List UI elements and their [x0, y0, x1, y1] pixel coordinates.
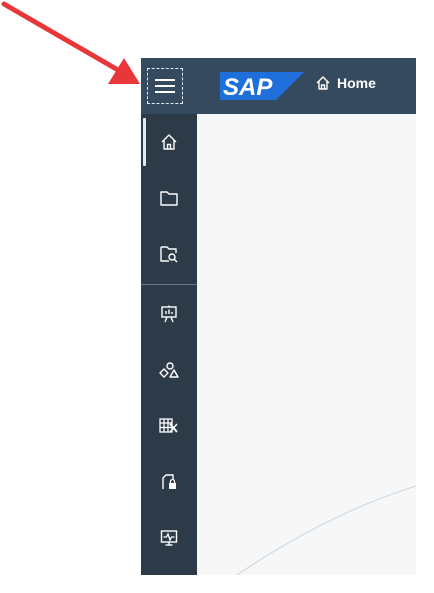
- table-edit-icon: [159, 418, 178, 433]
- home-icon: [161, 134, 177, 150]
- nav-item-folder[interactable]: [141, 170, 197, 226]
- sap-logo[interactable]: SAP: [220, 72, 304, 105]
- sap-launchpad: SAP Home: [141, 58, 416, 575]
- nav-item-home[interactable]: [141, 114, 197, 170]
- breadcrumb-label: Home: [337, 75, 376, 91]
- presentation-icon: [161, 305, 177, 323]
- shapes-icon: [159, 362, 179, 378]
- home-content-area: [197, 114, 416, 575]
- side-navigation: [141, 114, 197, 575]
- nav-item-folder-search[interactable]: [141, 226, 197, 282]
- menu-button[interactable]: [147, 68, 183, 104]
- logo-text: SAP: [223, 74, 273, 100]
- nav-divider: [141, 284, 197, 285]
- nav-item-shapes[interactable]: [141, 342, 197, 398]
- home-icon: [316, 76, 330, 90]
- nav-item-monitor[interactable]: [141, 510, 197, 566]
- folder-icon: [160, 191, 178, 206]
- monitor-pulse-icon: [160, 530, 178, 546]
- nav-item-table-edit[interactable]: [141, 398, 197, 454]
- hamburger-menu-icon: [155, 79, 175, 93]
- nav-item-presentation[interactable]: [141, 286, 197, 342]
- folder-search-icon: [160, 246, 178, 263]
- document-lock-icon: [162, 474, 176, 489]
- background-decoration: [236, 485, 416, 575]
- nav-item-document-lock[interactable]: [141, 454, 197, 510]
- home-breadcrumb[interactable]: Home: [315, 75, 376, 91]
- shell-header: SAP Home: [141, 58, 416, 114]
